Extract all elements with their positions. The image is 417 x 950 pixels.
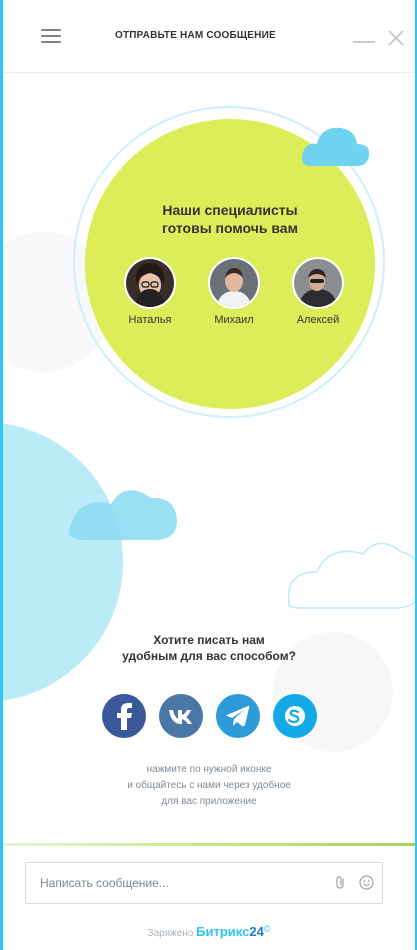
- team-title-line: Наши специалисты: [162, 202, 298, 218]
- minimize-button[interactable]: [353, 33, 375, 43]
- telegram-button[interactable]: [215, 694, 260, 738]
- skype-button[interactable]: [272, 694, 317, 738]
- chat-widget: ОТПРАВЬТЕ НАМ СООБЩЕНИЕ Наши специалисты…: [0, 0, 417, 950]
- channels-hint: нажмите по нужной иконке и общайтесь с н…: [3, 762, 415, 810]
- channels-question-line: Хотите писать нам: [153, 633, 265, 647]
- hint-line: и общайтесь с нами через удобное: [127, 780, 291, 791]
- cloud-icon: [302, 127, 369, 166]
- telegram-icon: [225, 705, 249, 727]
- vk-button[interactable]: [158, 694, 203, 738]
- avatar: [292, 257, 344, 309]
- avatar-icon: [126, 259, 174, 307]
- team-member[interactable]: Михаил: [197, 257, 271, 326]
- facebook-button[interactable]: [101, 694, 146, 738]
- hint-line: для вас приложение: [161, 796, 257, 807]
- main-content: Наши специалисты готовы помочь вам Натал…: [3, 72, 415, 950]
- facebook-icon: [116, 703, 132, 730]
- channels-question: Хотите писать нам удобным для вас способ…: [3, 632, 415, 664]
- team-member[interactable]: Алексей: [281, 257, 355, 326]
- avatar: [208, 257, 260, 309]
- team-title-line: готовы помочь вам: [162, 220, 298, 236]
- avatar: [124, 257, 176, 309]
- hamburger-icon[interactable]: [41, 28, 61, 44]
- page-title: ОТПРАВЬТЕ НАМ СООБЩЕНИЕ: [115, 30, 276, 41]
- team-members: Наталья Михаил Алексей: [113, 257, 355, 326]
- vk-icon: [168, 710, 192, 724]
- skype-icon: [284, 706, 305, 726]
- close-button[interactable]: [386, 28, 406, 48]
- team-title: Наши специалисты готовы помочь вам: [85, 201, 375, 237]
- team-member[interactable]: Наталья: [113, 257, 187, 326]
- channels-question-line: удобным для вас способом?: [122, 649, 296, 663]
- hint-line: нажмите по нужной иконке: [146, 764, 272, 775]
- member-name: Михаил: [214, 314, 254, 326]
- avatar-icon: [210, 259, 258, 307]
- member-name: Наталья: [128, 314, 172, 326]
- header: ОТПРАВЬТЕ НАМ СООБЩЕНИЕ: [3, 0, 415, 73]
- member-name: Алексей: [296, 314, 340, 326]
- avatar-icon: [294, 259, 342, 307]
- social-channels: [3, 694, 415, 738]
